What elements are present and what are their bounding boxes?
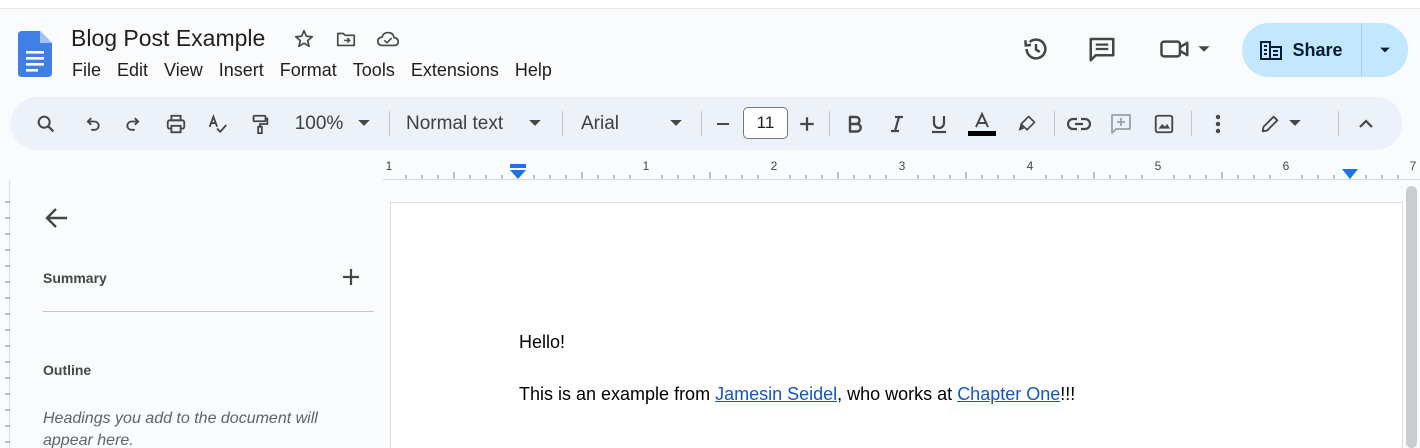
paragraph-style-select[interactable]: Normal text xyxy=(406,97,516,150)
underline-icon[interactable] xyxy=(925,97,953,150)
menu-tools[interactable]: Tools xyxy=(345,58,403,82)
menu-help[interactable]: Help xyxy=(507,58,560,82)
share-button-group: Share xyxy=(1242,23,1408,77)
cloud-saved-icon[interactable] xyxy=(376,27,400,51)
redo-icon[interactable] xyxy=(119,97,149,150)
ruler-number: 1 xyxy=(385,159,393,173)
share-label: Share xyxy=(1292,39,1343,60)
horizontal-ruler[interactable]: 1 1 2 3 4 5 6 7 xyxy=(383,156,1420,180)
ruler-number: 3 xyxy=(898,159,906,173)
insert-image-icon[interactable] xyxy=(1149,97,1179,150)
bold-icon[interactable] xyxy=(841,97,869,150)
add-summary-icon[interactable] xyxy=(340,266,362,288)
ruler-number: 2 xyxy=(770,159,778,173)
menu-file[interactable]: File xyxy=(64,58,109,82)
highlight-icon[interactable] xyxy=(1013,97,1041,150)
history-icon[interactable] xyxy=(1021,34,1051,64)
document-title[interactable]: Blog Post Example xyxy=(71,24,265,52)
person-link[interactable]: Jamesin Seidel xyxy=(715,384,837,404)
company-link[interactable]: Chapter One xyxy=(957,384,1060,404)
share-options-button[interactable] xyxy=(1362,23,1408,77)
font-dropdown-icon[interactable] xyxy=(666,97,686,150)
paragraph-hello[interactable]: Hello! xyxy=(519,332,565,353)
search-icon[interactable] xyxy=(31,97,61,150)
spellcheck-icon[interactable] xyxy=(203,97,233,150)
toolbar-divider xyxy=(562,111,563,136)
document-page[interactable]: Hello! This is an example from Jamesin S… xyxy=(390,202,1403,448)
zoom-dropdown-icon[interactable] xyxy=(354,97,374,150)
ruler-number: 5 xyxy=(1154,159,1162,173)
font-family-select[interactable]: Arial xyxy=(581,97,641,150)
paragraph-intro[interactable]: This is an example from Jamesin Seidel, … xyxy=(519,384,1075,405)
zoom-value[interactable]: 100% xyxy=(289,97,349,150)
text-color-icon[interactable] xyxy=(967,97,997,150)
menu-insert[interactable]: Insert xyxy=(211,58,272,82)
star-icon[interactable] xyxy=(292,27,316,51)
toolbar-divider xyxy=(389,111,390,136)
ruler-number: 6 xyxy=(1282,159,1290,173)
vertical-ruler[interactable] xyxy=(0,180,10,448)
intro-text-suffix: !!! xyxy=(1060,384,1076,404)
toolbar-divider xyxy=(1191,111,1192,136)
toolbar: 100% Normal text Arial 11 xyxy=(11,97,1402,150)
right-indent-marker[interactable] xyxy=(1341,168,1359,180)
outline-hint-text: Headings you add to the document will ap… xyxy=(43,410,318,448)
decrease-font-size-icon[interactable] xyxy=(711,97,735,150)
italic-icon[interactable] xyxy=(883,97,911,150)
more-icon[interactable] xyxy=(1203,97,1233,150)
building-icon xyxy=(1260,41,1283,60)
caret-down-icon xyxy=(1380,47,1390,53)
summary-heading: Summary xyxy=(43,270,107,286)
undo-icon[interactable] xyxy=(77,97,107,150)
add-comment-icon[interactable] xyxy=(1106,97,1136,150)
style-dropdown-icon[interactable] xyxy=(525,97,545,150)
window-top-edge xyxy=(0,0,1420,9)
intro-text: This is an example from xyxy=(519,384,716,404)
document-outline-panel: Summary Outline Headings you add to the … xyxy=(11,180,389,448)
toolbar-divider xyxy=(701,111,702,136)
toolbar-divider xyxy=(1054,111,1055,136)
toolbar-divider xyxy=(1338,111,1339,136)
outline-heading: Outline xyxy=(43,362,92,378)
share-button[interactable]: Share xyxy=(1242,23,1362,77)
vertical-ruler-ticks xyxy=(5,201,10,443)
comments-icon[interactable] xyxy=(1087,34,1117,64)
menu-extensions[interactable]: Extensions xyxy=(403,58,507,82)
intro-text-middle: , who works at xyxy=(837,384,958,404)
ruler-number: 7 xyxy=(1409,159,1417,173)
move-folder-icon[interactable] xyxy=(334,27,358,51)
toolbar-divider xyxy=(829,111,830,136)
menu-bar: File Edit View Insert Format Tools Exten… xyxy=(64,58,560,82)
menu-edit[interactable]: Edit xyxy=(109,58,156,82)
ruler-number: 4 xyxy=(1026,159,1034,173)
paint-format-icon[interactable] xyxy=(245,97,275,150)
increase-font-size-icon[interactable] xyxy=(795,97,819,150)
font-size-input[interactable]: 11 xyxy=(743,107,788,139)
link-icon[interactable] xyxy=(1064,97,1094,150)
vertical-scrollbar[interactable] xyxy=(1406,186,1417,448)
ruler-number: 1 xyxy=(642,159,650,173)
menu-format[interactable]: Format xyxy=(272,58,345,82)
collapse-icon[interactable] xyxy=(1351,97,1381,150)
editing-mode-icon[interactable] xyxy=(1255,97,1305,150)
sidebar-divider xyxy=(43,311,374,312)
menu-view[interactable]: View xyxy=(156,58,211,82)
docs-logo-icon[interactable] xyxy=(18,31,52,77)
meet-icon[interactable] xyxy=(1157,34,1213,64)
back-arrow-icon[interactable] xyxy=(43,204,71,232)
left-indent-marker[interactable] xyxy=(509,164,527,180)
print-icon[interactable] xyxy=(161,97,191,150)
